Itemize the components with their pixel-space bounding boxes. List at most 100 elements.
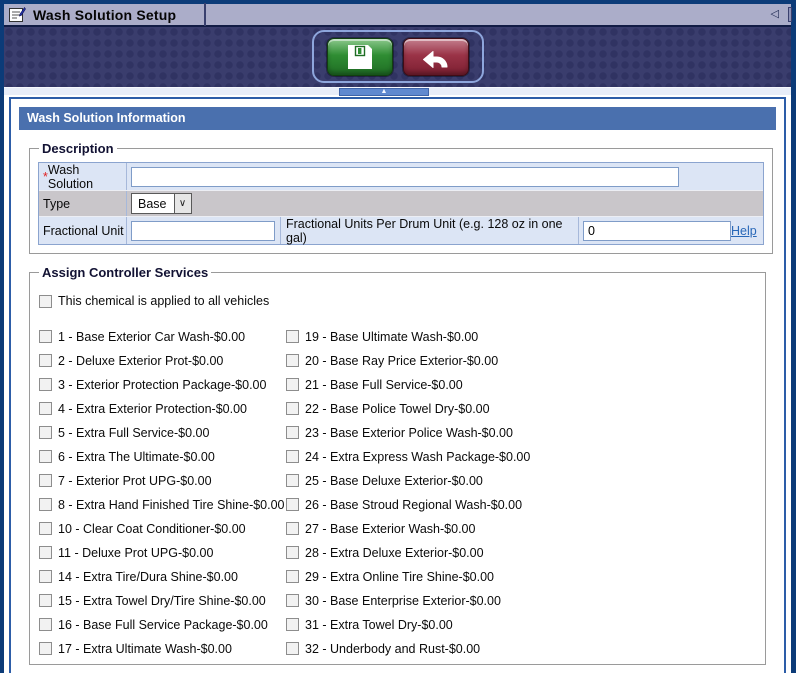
service-checkbox-row: 7 - Exterior Prot UPG-$0.00	[39, 473, 286, 488]
service-checkbox-row: 27 - Base Exterior Wash-$0.00	[286, 521, 530, 536]
service-label: 15 - Extra Towel Dry/Tire Shine-$0.00	[58, 594, 266, 608]
service-checkbox[interactable]	[39, 450, 52, 463]
service-checkbox-row: 19 - Base Ultimate Wash-$0.00	[286, 329, 530, 344]
service-label: 4 - Extra Exterior Protection-$0.00	[58, 402, 247, 416]
type-select-value: Base	[132, 194, 174, 213]
service-label: 27 - Base Exterior Wash-$0.00	[305, 522, 475, 536]
service-checkbox[interactable]	[286, 618, 299, 631]
undo-arrow-icon	[421, 44, 451, 70]
service-checkbox-row: 4 - Extra Exterior Protection-$0.00	[39, 401, 286, 416]
service-label: 14 - Extra Tire/Dura Shine-$0.00	[58, 570, 238, 584]
service-label: 23 - Base Exterior Police Wash-$0.00	[305, 426, 513, 440]
service-checkbox-row: 17 - Extra Ultimate Wash-$0.00	[39, 641, 286, 656]
up-triangle-icon: ▲	[381, 89, 388, 95]
fractional-per-drum-input[interactable]	[583, 221, 731, 241]
content-area: Wash Solution Information Description *W…	[4, 95, 791, 673]
service-checkbox[interactable]	[39, 570, 52, 583]
assign-controller-services-fieldset: Assign Controller Services This chemical…	[29, 265, 766, 665]
service-checkbox-row: 23 - Base Exterior Police Wash-$0.00	[286, 425, 530, 440]
service-checkbox-row: 10 - Clear Coat Conditioner-$0.00	[39, 521, 286, 536]
service-checkbox[interactable]	[286, 450, 299, 463]
edit-form-icon	[9, 7, 26, 22]
service-checkbox[interactable]	[286, 594, 299, 607]
service-label: 26 - Base Stroud Regional Wash-$0.00	[305, 498, 522, 512]
service-checkbox[interactable]	[286, 474, 299, 487]
service-checkbox[interactable]	[39, 594, 52, 607]
fractional-unit-row: Fractional Unit Fractional Units Per Dru…	[39, 217, 763, 244]
back-button[interactable]	[403, 38, 469, 76]
service-checkbox[interactable]	[286, 546, 299, 559]
service-checkbox[interactable]	[286, 426, 299, 439]
service-checkbox-row: 25 - Base Deluxe Exterior-$0.00	[286, 473, 530, 488]
save-button[interactable]	[327, 38, 393, 76]
service-label: 20 - Base Ray Price Exterior-$0.00	[305, 354, 498, 368]
service-checkbox[interactable]	[286, 570, 299, 583]
service-column-right: 19 - Base Ultimate Wash-$0.00 20 - Base …	[286, 329, 530, 656]
service-label: 10 - Clear Coat Conditioner-$0.00	[58, 522, 246, 536]
description-fieldset: Description *Wash Solution Type	[29, 141, 773, 254]
page-title: Wash Solution Setup	[33, 7, 204, 23]
service-checkbox-row: 22 - Base Police Towel Dry-$0.00	[286, 401, 530, 416]
description-table: *Wash Solution Type Base ∨	[38, 162, 764, 245]
wash-solution-panel: Wash Solution Information Description *W…	[9, 97, 786, 673]
left-triangle-icon[interactable]: ◁	[771, 9, 779, 20]
service-checkbox-row: 20 - Base Ray Price Exterior-$0.00	[286, 353, 530, 368]
wash-solution-input[interactable]	[131, 167, 679, 187]
service-checkbox[interactable]	[286, 378, 299, 391]
service-checkbox[interactable]	[39, 522, 52, 535]
service-checkbox-row: 16 - Base Full Service Package-$0.00	[39, 617, 286, 632]
service-checkbox[interactable]	[39, 498, 52, 511]
service-checkbox-row: 11 - Deluxe Prot UPG-$0.00	[39, 545, 286, 560]
service-checkbox[interactable]	[39, 378, 52, 391]
toolbar-collapse-handle[interactable]: ▲	[339, 88, 429, 96]
service-label: 8 - Extra Hand Finished Tire Shine-$0.00	[58, 498, 285, 512]
service-label: 2 - Deluxe Exterior Prot-$0.00	[58, 354, 223, 368]
service-checkbox[interactable]	[39, 402, 52, 415]
wash-solution-row: *Wash Solution	[39, 163, 763, 190]
type-select[interactable]: Base ∨	[131, 193, 192, 214]
service-label: 21 - Base Full Service-$0.00	[305, 378, 463, 392]
assign-controller-services-legend: Assign Controller Services	[39, 265, 211, 280]
service-checkbox-row: 32 - Underbody and Rust-$0.00	[286, 641, 530, 656]
all-vehicles-checkbox[interactable]	[39, 295, 52, 308]
service-checkbox-row: 8 - Extra Hand Finished Tire Shine-$0.00	[39, 497, 286, 512]
service-checkbox-row: 31 - Extra Towel Dry-$0.00	[286, 617, 530, 632]
service-checkbox-row: 14 - Extra Tire/Dura Shine-$0.00	[39, 569, 286, 584]
type-label: Type	[39, 191, 127, 216]
service-checkbox[interactable]	[286, 354, 299, 367]
service-checkbox[interactable]	[39, 618, 52, 631]
service-label: 17 - Extra Ultimate Wash-$0.00	[58, 642, 232, 656]
panel-header: Wash Solution Information	[19, 107, 776, 130]
service-label: 11 - Deluxe Prot UPG-$0.00	[58, 546, 213, 560]
service-label: 25 - Base Deluxe Exterior-$0.00	[305, 474, 483, 488]
service-checkbox[interactable]	[286, 330, 299, 343]
toolbar-button-group	[312, 30, 484, 83]
service-checkbox-row: 21 - Base Full Service-$0.00	[286, 377, 530, 392]
titlebar-divider	[204, 3, 206, 26]
service-checkbox[interactable]	[39, 330, 52, 343]
all-vehicles-label: This chemical is applied to all vehicles	[58, 294, 269, 308]
wash-solution-label: *Wash Solution	[39, 163, 127, 190]
service-checkbox-row: 2 - Deluxe Exterior Prot-$0.00	[39, 353, 286, 368]
description-legend: Description	[39, 141, 117, 156]
service-checkbox-row: 5 - Extra Full Service-$0.00	[39, 425, 286, 440]
service-label: 6 - Extra The Ultimate-$0.00	[58, 450, 215, 464]
service-checkbox[interactable]	[286, 522, 299, 535]
all-vehicles-row: This chemical is applied to all vehicles	[39, 294, 757, 308]
service-checkbox[interactable]	[286, 642, 299, 655]
service-checkbox[interactable]	[286, 498, 299, 511]
service-checkbox[interactable]	[286, 402, 299, 415]
service-label: 31 - Extra Towel Dry-$0.00	[305, 618, 453, 632]
service-checkbox[interactable]	[39, 426, 52, 439]
fractional-per-drum-label: Fractional Units Per Drum Unit (e.g. 128…	[281, 217, 579, 244]
service-checkbox-row: 15 - Extra Towel Dry/Tire Shine-$0.00	[39, 593, 286, 608]
help-link[interactable]: Help	[731, 224, 757, 238]
service-label: 24 - Extra Express Wash Package-$0.00	[305, 450, 530, 464]
service-checkbox[interactable]	[39, 642, 52, 655]
service-checkbox[interactable]	[39, 474, 52, 487]
service-checkbox-row: 30 - Base Enterprise Exterior-$0.00	[286, 593, 530, 608]
service-label: 5 - Extra Full Service-$0.00	[58, 426, 209, 440]
service-checkbox[interactable]	[39, 546, 52, 559]
fractional-unit-input[interactable]	[131, 221, 275, 241]
service-checkbox[interactable]	[39, 354, 52, 367]
